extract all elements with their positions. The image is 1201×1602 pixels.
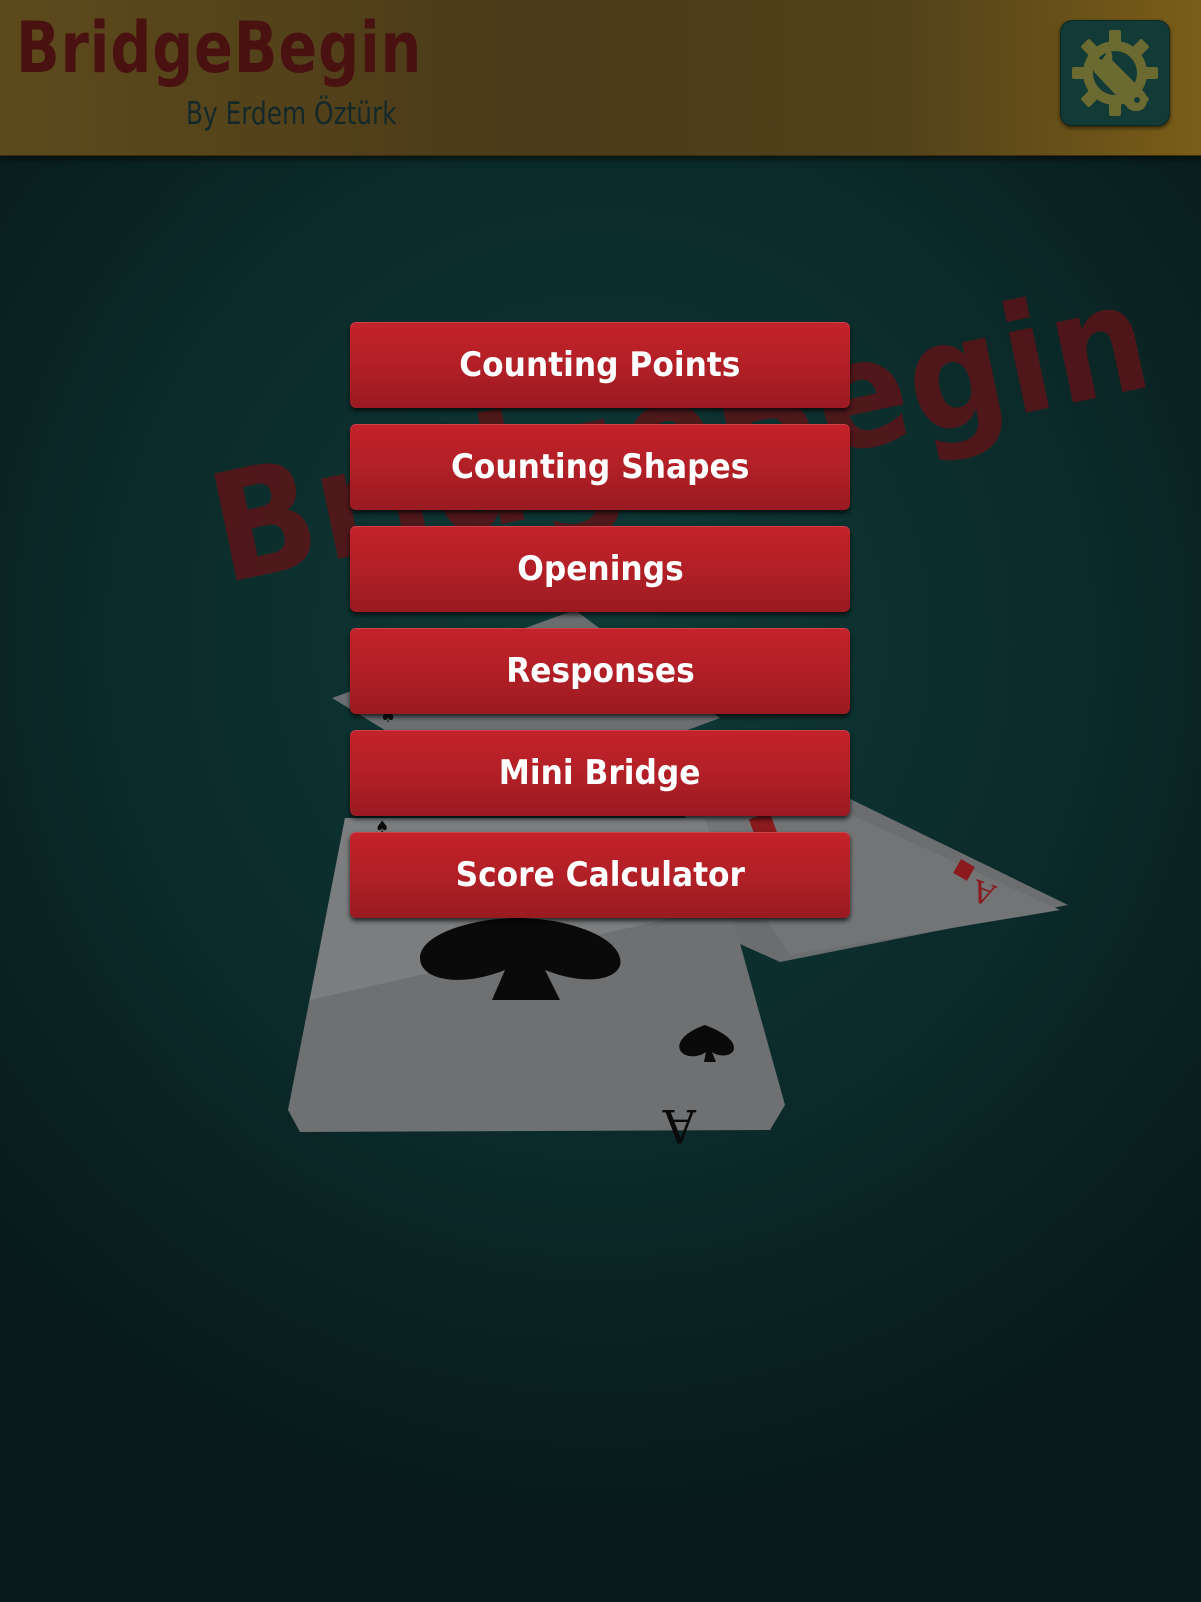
gear-wrench-icon <box>1072 30 1158 116</box>
counting-shapes-button[interactable]: Counting Shapes <box>350 424 850 510</box>
svg-text:A: A <box>662 1099 697 1153</box>
responses-label: Responses <box>505 651 695 691</box>
counting-points-button[interactable]: Counting Points <box>350 322 850 408</box>
openings-label: Openings <box>516 549 684 589</box>
responses-button[interactable]: Responses <box>350 628 850 714</box>
counting-shapes-label: Counting Shapes <box>450 447 750 487</box>
mini-bridge-button[interactable]: Mini Bridge <box>350 730 850 816</box>
main-menu: Counting Points Counting Shapes Openings… <box>350 322 850 934</box>
counting-points-label: Counting Points <box>459 345 741 385</box>
settings-button[interactable] <box>1060 20 1170 126</box>
app-subtitle: By Erdem Öztürk <box>186 96 397 132</box>
app-header: BridgeBegin By Erdem Öztürk <box>0 0 1201 156</box>
app-title: BridgeBegin <box>16 7 423 89</box>
openings-button[interactable]: Openings <box>350 526 850 612</box>
score-calculator-label: Score Calculator <box>455 855 745 895</box>
score-calculator-button[interactable]: Score Calculator <box>350 832 850 918</box>
mini-bridge-label: Mini Bridge <box>499 753 701 793</box>
